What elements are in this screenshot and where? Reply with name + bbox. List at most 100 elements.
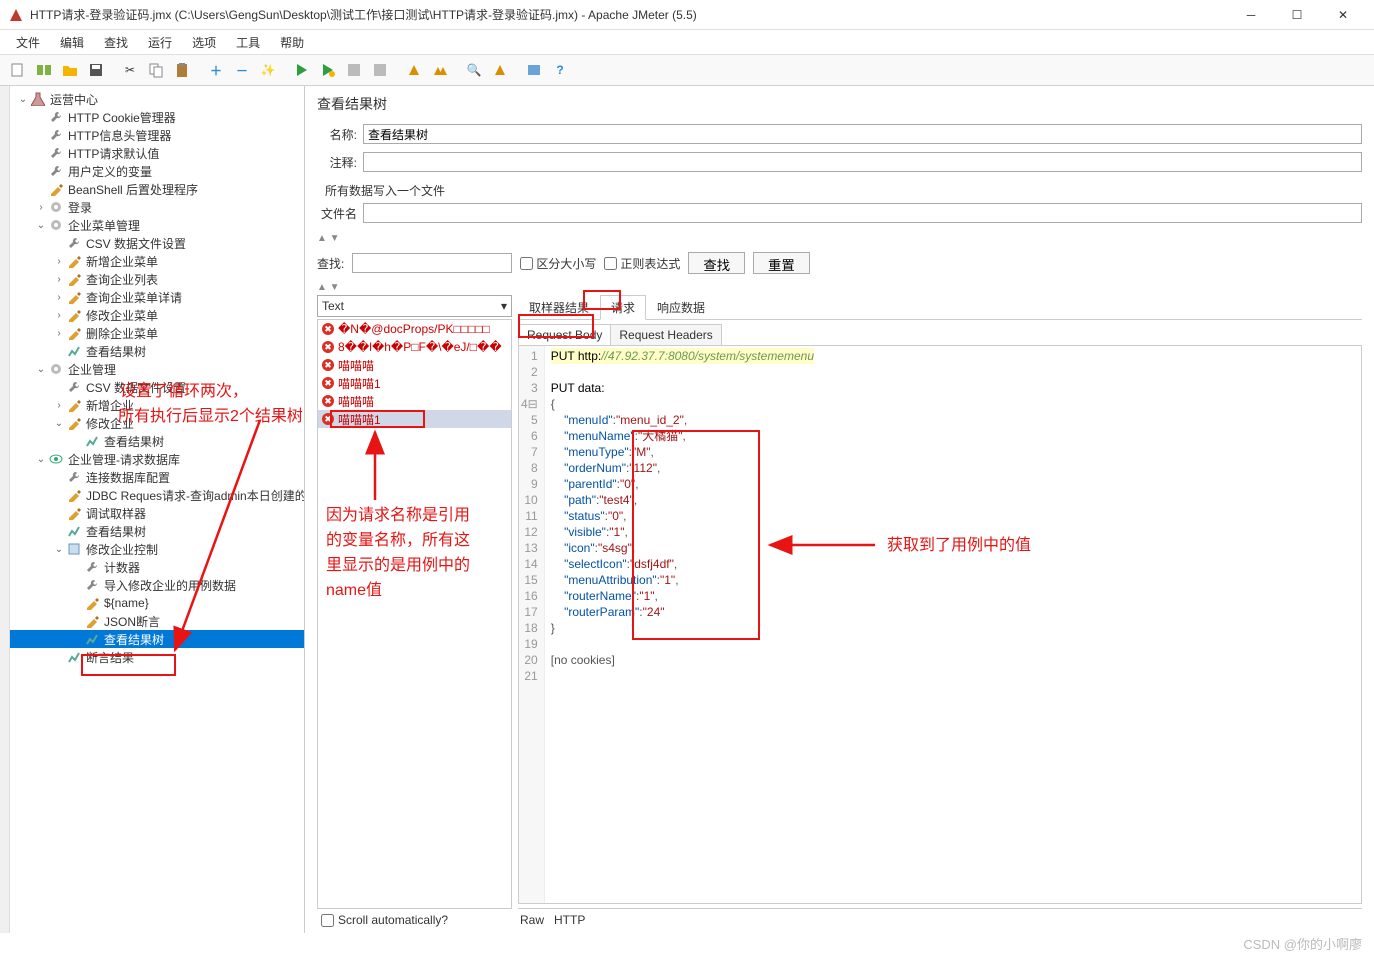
tree-node-3[interactable]: HTTP请求默认值 [10,144,304,162]
maximize-button[interactable]: ☐ [1274,0,1320,30]
close-button[interactable]: ✕ [1320,0,1366,30]
sample-list[interactable]: ✖�N�@docProps/PK□□□□□✖8��l�h�P□F�\�eJ/□�… [317,319,512,909]
tree-node-5[interactable]: BeanShell 后置处理程序 [10,180,304,198]
paste-button[interactable] [170,58,194,82]
detail-tab-2[interactable]: 响应数据 [646,295,716,320]
request-body-view[interactable]: 1234⊟56789101112131415161718192021 PUT h… [518,345,1362,904]
clear-all-button[interactable] [428,58,452,82]
sample-row-1[interactable]: ✖8��l�h�P□F�\�eJ/□�� [318,338,511,356]
sample-row-4[interactable]: ✖喵喵喵 [318,392,511,410]
filename-input[interactable] [363,203,1362,223]
clear-search-button[interactable] [488,58,512,82]
tree-node-21[interactable]: 连接数据库配置 [10,468,304,486]
tree-toggle-icon[interactable]: › [52,274,66,285]
collapse-handle-2[interactable]: ▲ ▼ [317,282,1362,293]
tree-node-18[interactable]: ⌄修改企业 [10,414,304,432]
sample-row-2[interactable]: ✖喵喵喵 [318,356,511,374]
tree-toggle-icon[interactable]: › [52,310,66,321]
tree-node-11[interactable]: ›查询企业菜单详请 [10,288,304,306]
tree-toggle-icon[interactable]: ⌄ [52,418,66,429]
case-checkbox[interactable] [520,257,533,270]
detail-tab-0[interactable]: 取样器结果 [518,295,600,320]
tree-node-23[interactable]: 调试取样器 [10,504,304,522]
menu-2[interactable]: 查找 [94,31,138,54]
add-button[interactable]: ＋ [204,58,228,82]
tree-toggle-icon[interactable]: › [52,328,66,339]
comment-input[interactable] [363,152,1362,172]
menu-6[interactable]: 帮助 [270,31,314,54]
tree-node-4[interactable]: 用户定义的变量 [10,162,304,180]
tree-node-16[interactable]: CSV 数据文件设置 [10,378,304,396]
tree-node-7[interactable]: ⌄企业菜单管理 [10,216,304,234]
tree-toggle-icon[interactable]: ⌄ [16,94,30,105]
tree-node-13[interactable]: ›删除企业菜单 [10,324,304,342]
tree-toggle-icon[interactable]: › [34,202,48,213]
menu-3[interactable]: 运行 [138,31,182,54]
scroll-auto-checkbox[interactable] [321,914,334,927]
clear-button[interactable] [402,58,426,82]
save-button[interactable] [84,58,108,82]
tree-node-14[interactable]: 查看结果树 [10,342,304,360]
tree-toggle-icon[interactable]: › [52,400,66,411]
open-button[interactable] [58,58,82,82]
tree-node-30[interactable]: 查看结果树 [10,630,304,648]
menu-5[interactable]: 工具 [226,31,270,54]
tree-node-20[interactable]: ⌄企业管理-请求数据库 [10,450,304,468]
menu-0[interactable]: 文件 [6,31,50,54]
tree-node-9[interactable]: ›新增企业菜单 [10,252,304,270]
tree-node-24[interactable]: 查看结果树 [10,522,304,540]
tree-node-12[interactable]: ›修改企业菜单 [10,306,304,324]
new-button[interactable] [6,58,30,82]
function-helper-button[interactable] [522,58,546,82]
shutdown-button[interactable] [368,58,392,82]
tree-node-22[interactable]: JDBC Reques请求-查询admin本日创建的 [10,486,304,504]
tree-node-31[interactable]: 断言结果 [10,648,304,666]
tree-node-15[interactable]: ⌄企业管理 [10,360,304,378]
tree-node-2[interactable]: HTTP信息头管理器 [10,126,304,144]
collapse-handle-1[interactable]: ▲ ▼ [317,233,1362,244]
reset-button[interactable]: 重置 [753,252,810,274]
copy-button[interactable] [144,58,168,82]
tree-node-8[interactable]: CSV 数据文件设置 [10,234,304,252]
menu-1[interactable]: 编辑 [50,31,94,54]
cut-button[interactable]: ✂ [118,58,142,82]
tree-node-28[interactable]: ${name} [10,594,304,612]
tree-toggle-icon[interactable]: ⌄ [52,544,66,555]
minimize-button[interactable]: ─ [1228,0,1274,30]
tree-node-1[interactable]: HTTP Cookie管理器 [10,108,304,126]
bottom-tab-0[interactable]: Raw [520,913,544,927]
test-plan-tree[interactable]: ⌄运营中心HTTP Cookie管理器HTTP信息头管理器HTTP请求默认值用户… [10,86,305,933]
tree-node-25[interactable]: ⌄修改企业控制 [10,540,304,558]
name-input[interactable] [363,124,1362,144]
tree-node-6[interactable]: ›登录 [10,198,304,216]
search-input[interactable] [352,253,512,273]
run-button[interactable] [290,58,314,82]
search-button[interactable]: 查找 [688,252,745,274]
wand-button[interactable]: ✨ [256,58,280,82]
tree-node-26[interactable]: 计数器 [10,558,304,576]
sample-row-0[interactable]: ✖�N�@docProps/PK□□□□□ [318,320,511,338]
bottom-tab-1[interactable]: HTTP [554,913,585,927]
tree-node-19[interactable]: 查看结果树 [10,432,304,450]
tree-node-0[interactable]: ⌄运营中心 [10,90,304,108]
tree-node-27[interactable]: 导入修改企业的用例数据 [10,576,304,594]
tree-toggle-icon[interactable]: › [52,292,66,303]
sample-row-5[interactable]: ✖喵喵喵1 [318,410,511,428]
detail-tab-1[interactable]: 请求 [600,295,646,320]
sample-row-3[interactable]: ✖喵喵喵1 [318,374,511,392]
help-button[interactable]: ? [548,58,572,82]
remove-button[interactable]: － [230,58,254,82]
renderer-dropdown[interactable]: Text ▾ [317,295,512,317]
tree-toggle-icon[interactable]: › [52,256,66,267]
stop-button[interactable] [342,58,366,82]
menu-4[interactable]: 选项 [182,31,226,54]
templates-button[interactable] [32,58,56,82]
tree-toggle-icon[interactable]: ⌄ [34,454,48,465]
sub-tab-0[interactable]: Request Body [518,324,611,346]
run-noTimers-button[interactable] [316,58,340,82]
tree-node-17[interactable]: ›新增企业 [10,396,304,414]
tree-toggle-icon[interactable]: ⌄ [34,220,48,231]
tree-node-10[interactable]: ›查询企业列表 [10,270,304,288]
tree-node-29[interactable]: JSON断言 [10,612,304,630]
regex-checkbox[interactable] [604,257,617,270]
